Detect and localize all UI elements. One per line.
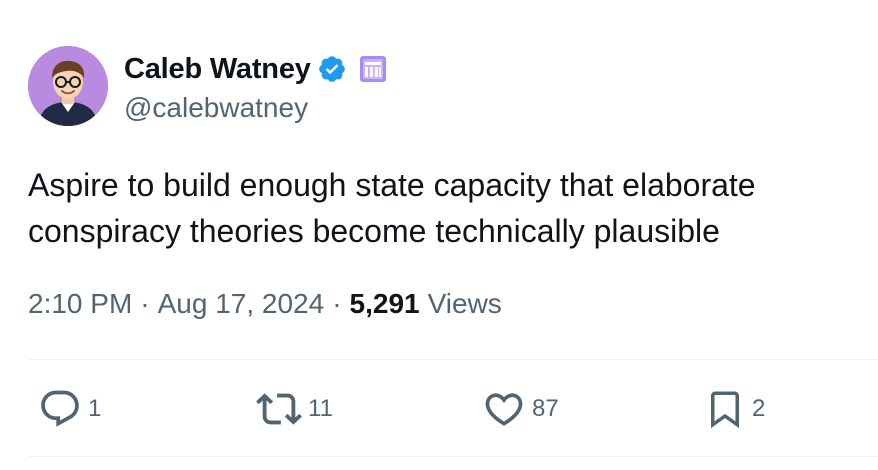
avatar[interactable] <box>28 46 108 126</box>
views-label: Views <box>427 288 502 319</box>
avatar-illustration <box>28 46 108 126</box>
repost-count: 11 <box>308 395 333 422</box>
tweet-text: Aspire to build enough state capacity th… <box>28 167 756 249</box>
verified-badge-icon[interactable] <box>317 54 347 84</box>
views-count: 5,291 <box>349 288 420 319</box>
name-row: Caleb Watney <box>124 50 387 88</box>
affiliation-badge-icon[interactable] <box>359 55 387 83</box>
action-bar: 1 11 87 2 <box>0 384 878 434</box>
bookmark-count: 2 <box>752 395 766 422</box>
tweet-header: Caleb Watney @calebwatney <box>28 46 387 126</box>
reply-icon <box>38 387 82 431</box>
author-block: Caleb Watney @calebwatney <box>124 50 387 124</box>
like-count: 87 <box>532 395 559 422</box>
bookmark-button[interactable]: 2 <box>704 384 765 434</box>
repost-button[interactable]: 11 <box>256 384 333 434</box>
reply-count: 1 <box>88 395 102 422</box>
meta-separator: · <box>332 288 342 319</box>
bookmark-icon <box>704 388 746 430</box>
divider <box>28 456 878 457</box>
author-handle[interactable]: @calebwatney <box>124 92 387 124</box>
divider <box>28 359 878 360</box>
tweet-date[interactable]: Aug 17, 2024 <box>158 288 325 320</box>
repost-icon <box>256 386 302 432</box>
reply-button[interactable]: 1 <box>38 384 101 434</box>
heart-icon <box>482 387 526 431</box>
tweet-meta: 2:10 PM · Aug 17, 2024 · 5,291 Views <box>28 288 502 320</box>
author-display-name[interactable]: Caleb Watney <box>124 53 311 86</box>
tweet-time[interactable]: 2:10 PM <box>28 288 132 320</box>
like-button[interactable]: 87 <box>482 384 559 434</box>
meta-separator: · <box>140 288 150 319</box>
